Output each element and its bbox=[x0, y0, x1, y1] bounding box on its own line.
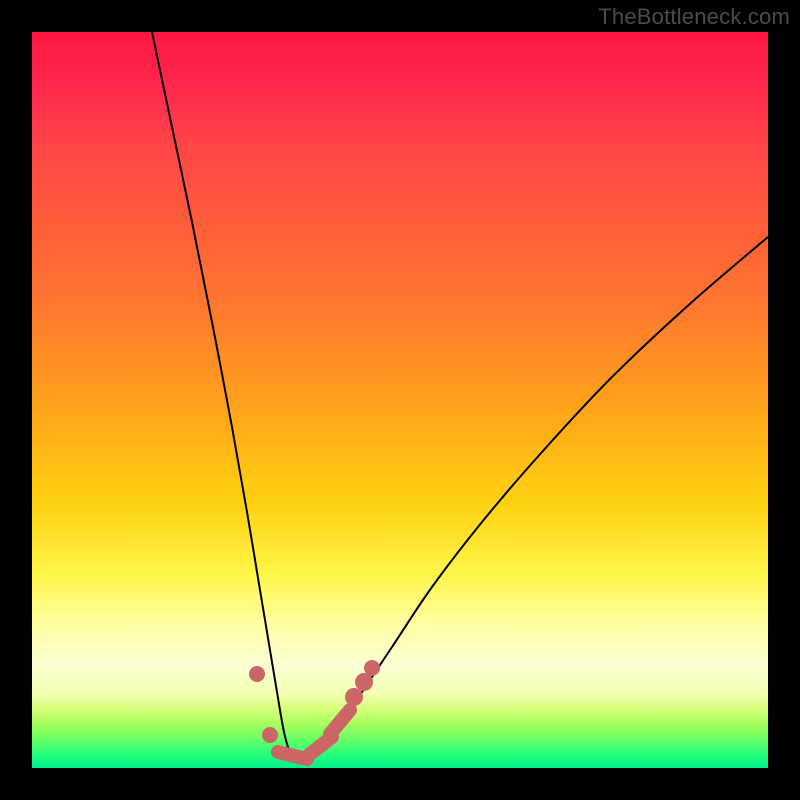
plot-area bbox=[32, 32, 768, 768]
curve-marker-dot bbox=[364, 660, 380, 676]
curve-markers bbox=[249, 660, 380, 759]
bottleneck-curve bbox=[152, 32, 768, 759]
curve-marker-segment bbox=[330, 710, 350, 734]
curve-marker-dot bbox=[262, 727, 278, 743]
curve-marker-dot bbox=[345, 688, 363, 706]
watermark-text: TheBottleneck.com bbox=[598, 4, 790, 30]
bottleneck-curve-svg bbox=[32, 32, 768, 768]
curve-marker-dot bbox=[249, 666, 265, 682]
chart-stage: TheBottleneck.com bbox=[0, 0, 800, 800]
curve-marker-segment bbox=[278, 752, 307, 759]
